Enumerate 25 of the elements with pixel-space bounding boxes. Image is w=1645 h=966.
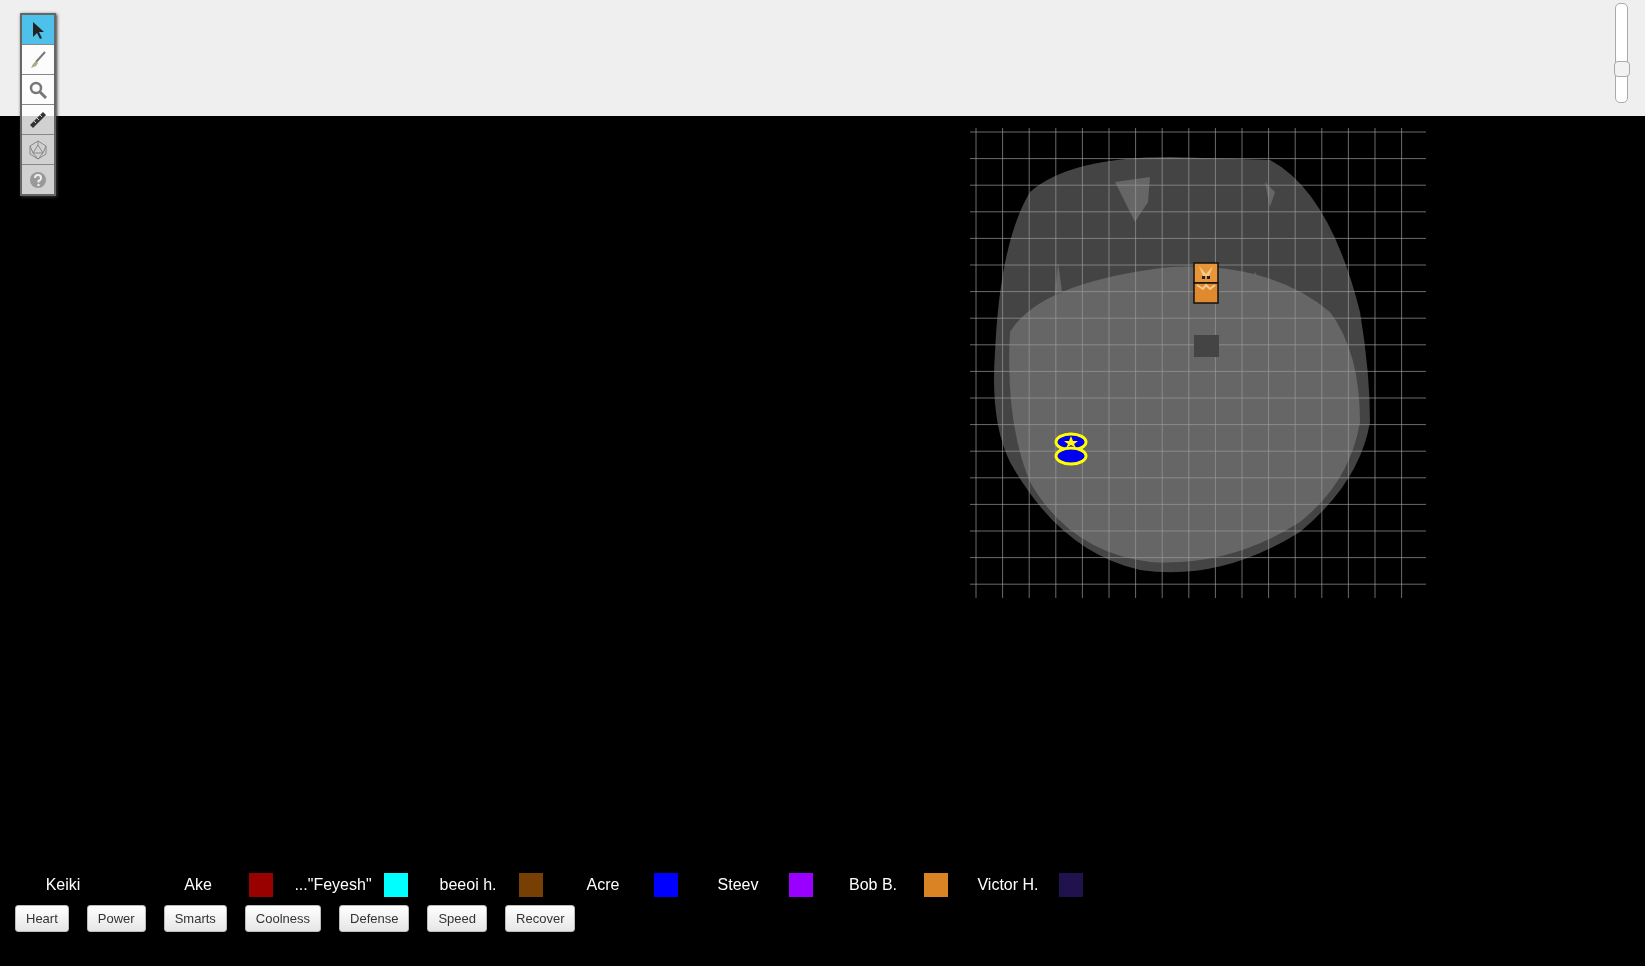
player-name: Victor H.	[976, 876, 1040, 894]
macro-button[interactable]: Smarts	[163, 905, 227, 932]
zoom-slider-track[interactable]	[1615, 3, 1628, 103]
player-name: Ake	[183, 876, 213, 894]
macro-button[interactable]: Power	[86, 905, 146, 932]
player-name: ..."Feyesh"	[293, 876, 373, 894]
help-icon	[28, 169, 48, 190]
macro-button[interactable]: Coolness	[244, 905, 322, 932]
player-name: Keiki	[44, 876, 82, 894]
ring-token-icon[interactable]	[1054, 432, 1088, 466]
player-name: beeoi h.	[438, 876, 498, 894]
polyhedron-icon	[28, 139, 48, 160]
brush-icon	[28, 49, 48, 70]
character-token-icon[interactable]	[1193, 262, 1219, 304]
macro-button[interactable]: Defense	[339, 905, 410, 932]
player-name: Steev	[716, 876, 760, 894]
zoom-slider-thumb[interactable]	[1614, 60, 1630, 77]
player-name: Bob B.	[848, 876, 898, 894]
player-name: Acre	[585, 876, 621, 894]
tool-button[interactable]	[22, 15, 54, 45]
search-icon	[28, 79, 48, 100]
macro-button[interactable]: Speed	[427, 905, 488, 932]
ruler-icon	[28, 109, 48, 130]
macro-button[interactable]: Recover	[505, 905, 576, 932]
macro-button[interactable]: Heart	[15, 905, 69, 932]
